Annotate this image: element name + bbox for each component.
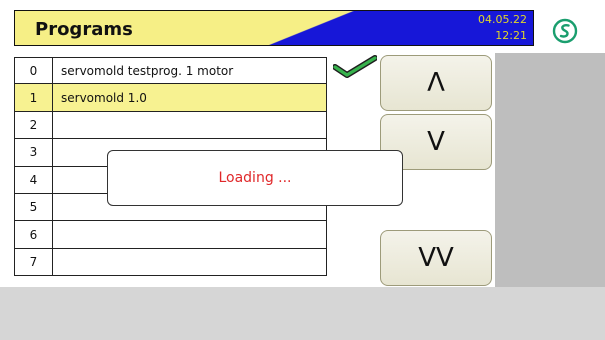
row-index: 4 (15, 166, 53, 193)
row-program-name: servomold testprog. 1 motor (61, 63, 234, 78)
header-bar: Programs 04.05.22 12:21 (14, 10, 534, 46)
row-program-name (53, 112, 326, 138)
table-row[interactable]: 2 (14, 111, 327, 140)
bottom-panel-background (0, 287, 605, 340)
row-index: 7 (15, 248, 53, 276)
servomold-logo-icon (552, 18, 578, 44)
row-index: 3 (15, 139, 53, 166)
row-index: 1 (15, 84, 53, 111)
checkmark-icon (333, 55, 377, 78)
row-index: 2 (15, 111, 53, 139)
row-index: 5 (15, 193, 53, 221)
row-program-name (53, 249, 326, 275)
loading-dialog: Loading ... (107, 150, 403, 206)
table-row[interactable]: 6 (14, 221, 327, 249)
table-row[interactable]: 0 servomold testprog. 1 motor (14, 57, 327, 85)
row-index: 6 (15, 221, 53, 248)
scroll-up-button[interactable]: Λ (380, 55, 492, 111)
right-panel-background (495, 53, 605, 287)
loading-message: Loading ... (218, 170, 292, 186)
header-date: 04.05.22 (478, 13, 527, 26)
row-program-name (53, 221, 326, 247)
row-index: 0 (15, 58, 53, 84)
table-row-selected[interactable]: 1 servomold 1.0 (14, 84, 327, 112)
page-title: Programs (35, 19, 133, 40)
table-row[interactable]: 7 (14, 248, 327, 277)
header-time: 12:21 (495, 29, 527, 42)
page-down-button[interactable]: VV (380, 230, 492, 286)
row-program-name: servomold 1.0 (61, 90, 147, 105)
